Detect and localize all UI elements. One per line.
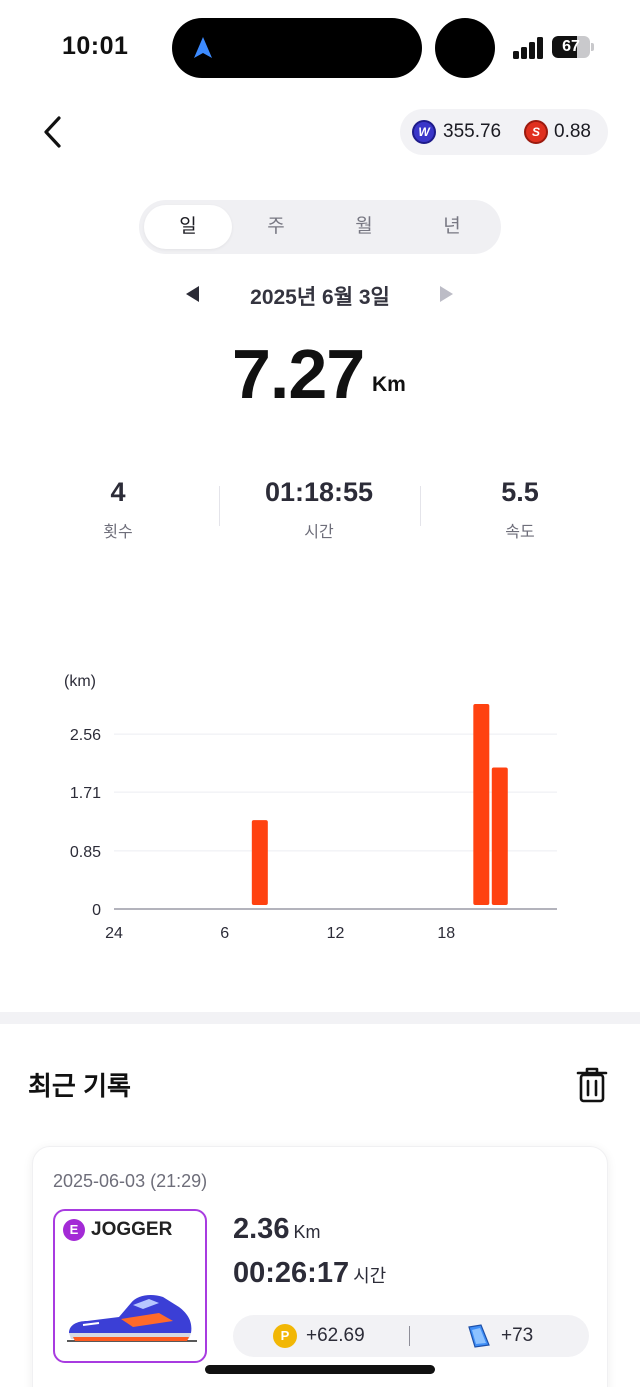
sneaker-icon bbox=[67, 1295, 197, 1342]
distance-value: 7.27 bbox=[232, 335, 365, 413]
record-card[interactable]: 2025-06-03 (21:29) E JOGGER 2.36 Km 00:26… bbox=[32, 1146, 608, 1387]
shoe-grade-label: JOGGER bbox=[91, 1219, 173, 1240]
tab-month[interactable]: 월 bbox=[320, 205, 408, 249]
stat-time-value: 01:18:55 bbox=[264, 477, 374, 507]
reward-separator bbox=[409, 1326, 410, 1346]
battery-level: 67 bbox=[562, 38, 580, 55]
record-rewards: P +62.69 +73 bbox=[233, 1315, 589, 1357]
stat-speed-label: 속도 bbox=[505, 524, 535, 541]
data-bar bbox=[251, 820, 268, 905]
front-camera bbox=[435, 18, 495, 78]
x-tick-label: 6 bbox=[220, 925, 229, 942]
x-tick-label: 18 bbox=[437, 925, 455, 942]
data-bar bbox=[473, 704, 490, 905]
stat-count-label: 횟수 bbox=[103, 524, 133, 541]
home-indicator bbox=[205, 1365, 435, 1374]
tab-week[interactable]: 주 bbox=[232, 205, 320, 249]
section-divider bbox=[0, 1012, 640, 1024]
record-distance-unit: Km bbox=[293, 1222, 321, 1242]
cellular-signal-icon bbox=[513, 37, 545, 59]
distance-unit: Km bbox=[372, 373, 406, 396]
status-time: 10:01 bbox=[62, 32, 129, 60]
w-coin-balance: 355.76 bbox=[443, 121, 502, 142]
stat-time: 01:18:55 시간 bbox=[219, 477, 419, 542]
dynamic-island bbox=[172, 18, 422, 78]
total-distance: 7.27 Km bbox=[0, 330, 640, 420]
stat-count: 4 횟수 bbox=[18, 477, 218, 542]
tab-year[interactable]: 년 bbox=[408, 205, 496, 249]
tab-day[interactable]: 일 bbox=[144, 205, 232, 249]
record-duration-unit: 시간 bbox=[353, 1266, 387, 1286]
stat-speed-value: 5.5 bbox=[501, 477, 539, 507]
trash-icon[interactable] bbox=[574, 1066, 610, 1104]
s-coin-balance: 0.88 bbox=[554, 121, 591, 142]
recent-records-title: 최근 기록 bbox=[28, 1071, 131, 1101]
shoe-grade-badge: E bbox=[63, 1219, 85, 1241]
reward-points: +62.69 bbox=[306, 1325, 365, 1346]
y-tick-label: 0.85 bbox=[70, 844, 101, 861]
x-tick-label: 24 bbox=[105, 925, 123, 942]
y-tick-label: 2.56 bbox=[70, 727, 101, 744]
record-duration-value: 00:26:17 bbox=[233, 1257, 350, 1289]
navigation-arrow-icon bbox=[194, 37, 212, 58]
x-tick-label: 12 bbox=[327, 925, 345, 942]
hourly-distance-chart: (km) 2.56 1.71 0.85 024 6 12 18 bbox=[64, 673, 557, 942]
battery-icon: 67 bbox=[552, 36, 594, 58]
w-coin-icon: W bbox=[412, 120, 436, 144]
wallet-balance[interactable]: W 355.76 S 0.88 bbox=[400, 109, 608, 155]
y-tick-label: 1.71 bbox=[70, 785, 101, 802]
point-coin-icon: P bbox=[273, 1324, 297, 1348]
next-date-icon[interactable] bbox=[440, 286, 453, 302]
stat-speed: 5.5 속도 bbox=[420, 477, 620, 542]
record-duration: 00:26:17 시간 bbox=[233, 1257, 386, 1290]
record-distance-value: 2.36 bbox=[233, 1213, 290, 1245]
data-bar bbox=[491, 767, 508, 905]
stat-time-label: 시간 bbox=[304, 524, 334, 541]
back-arrow-icon[interactable] bbox=[36, 112, 72, 152]
record-datetime: 2025-06-03 (21:29) bbox=[53, 1171, 208, 1191]
y-axis-unit-label: (km) bbox=[64, 673, 96, 690]
previous-date-icon[interactable] bbox=[186, 286, 199, 302]
y-tick-label: 0 bbox=[92, 902, 101, 919]
map-tile-icon bbox=[468, 1324, 490, 1348]
record-distance: 2.36 Km bbox=[233, 1213, 320, 1246]
s-coin-icon: S bbox=[524, 120, 548, 144]
period-selector: 일 주 월 년 bbox=[139, 200, 501, 254]
reward-map: +73 bbox=[501, 1325, 534, 1346]
shoe-card: E JOGGER bbox=[53, 1209, 207, 1363]
status-bar: 10:01 67 bbox=[0, 0, 640, 96]
stat-count-value: 4 bbox=[110, 477, 126, 507]
selected-date: 2025년 6월 3일 bbox=[250, 286, 390, 309]
